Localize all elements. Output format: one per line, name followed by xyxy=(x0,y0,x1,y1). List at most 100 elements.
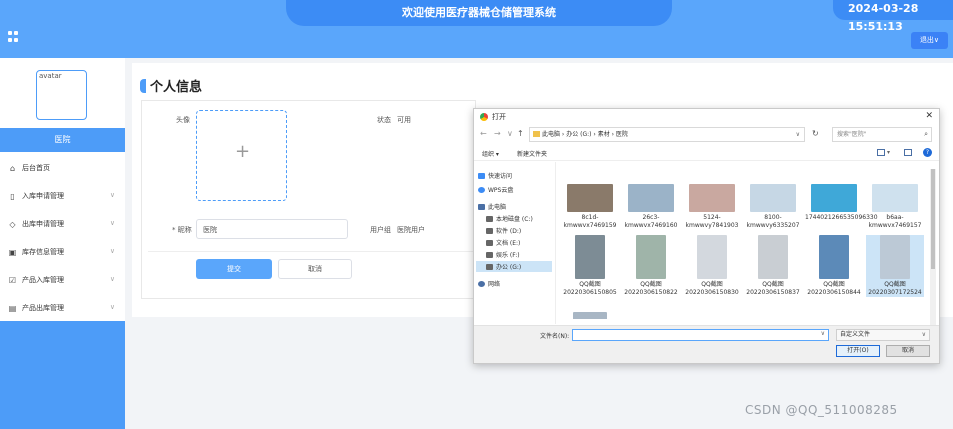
chevron-down-icon[interactable]: ∨ xyxy=(796,128,800,141)
chevron-down-icon[interactable]: ∨ xyxy=(507,129,513,138)
file-item[interactable]: b6aa-kmwwvx7469157 xyxy=(866,184,924,230)
nav-item-drive-f[interactable]: 娱乐 (F:) xyxy=(486,249,520,260)
nav-item-label: 网络 xyxy=(488,281,501,288)
new-folder-button[interactable]: 新建文件夹 xyxy=(517,149,547,158)
nav-item-drive-d[interactable]: 软件 (D:) xyxy=(486,225,521,236)
chevron-down-icon: ∨ xyxy=(921,331,926,338)
scrollbar-thumb[interactable] xyxy=(931,169,935,269)
title-accent xyxy=(140,78,146,93)
nav-item-label: 办公 (G:) xyxy=(496,264,522,271)
organize-button[interactable]: 组织 ▾ xyxy=(482,149,499,158)
sidebar-footer xyxy=(0,321,125,429)
plus-icon: + xyxy=(235,141,251,162)
page-title: 个人信息 xyxy=(140,76,202,95)
cloud-icon xyxy=(478,186,485,193)
refresh-icon[interactable]: ↻ xyxy=(812,129,819,138)
nickname-label: * 昵称 xyxy=(172,226,192,234)
search-input[interactable]: 搜索"医院" ⌕ xyxy=(832,127,932,142)
file-item[interactable]: 26c3-kmwwvx7469160 xyxy=(622,184,680,230)
chevron-down-icon[interactable]: ∨ xyxy=(821,330,825,337)
close-icon[interactable]: ✕ xyxy=(925,111,933,121)
up-arrow-icon[interactable]: ↑ xyxy=(517,129,524,138)
nav-item-label: 软件 (D:) xyxy=(496,228,522,235)
nav-item-label: WPS云盘 xyxy=(488,187,514,194)
file-item[interactable]: QQ截图20220306150844 xyxy=(805,235,863,297)
cancel-button[interactable]: 取消 xyxy=(278,259,352,279)
file-name: 26c3-kmwwvx7469160 xyxy=(624,214,678,229)
sidebar-item-outbound-apply[interactable]: ◇ 出库申请管理 ∨ xyxy=(0,210,125,238)
sidebar-item-product-outbound[interactable]: ▤ 产品出库管理 ∨ xyxy=(0,294,125,322)
chevron-down-icon: ∨ xyxy=(109,191,115,199)
bookmark-icon: ▯ xyxy=(10,191,15,201)
sidebar-item-inventory[interactable]: ▣ 库存信息管理 ∨ xyxy=(0,238,125,266)
drive-icon xyxy=(486,263,493,270)
dialog-cancel-button[interactable]: 取消 xyxy=(886,345,930,357)
file-item[interactable]: QQ截图20220306150830 xyxy=(683,235,741,297)
file-item-partial[interactable] xyxy=(561,312,619,319)
nav-item-drive-g[interactable]: 办公 (G:) xyxy=(476,261,552,272)
back-arrow-icon[interactable]: ← xyxy=(480,129,487,138)
filetype-select[interactable]: 自定义文件 ∨ xyxy=(836,329,930,341)
exit-button[interactable]: 退出∨ xyxy=(911,32,948,49)
nav-item-this-pc[interactable]: 此电脑 xyxy=(478,201,506,212)
address-bar[interactable]: 此电脑 › 办公 (G:) › 素材 › 医院 ∨ xyxy=(529,127,805,142)
avatar-upload[interactable]: + xyxy=(196,110,287,201)
sidebar-item-inbound-apply[interactable]: ▯ 入库申请管理 ∨ xyxy=(0,182,125,210)
help-icon[interactable]: ? xyxy=(923,148,932,157)
nav-item-label: 本地磁盘 (C:) xyxy=(496,216,533,223)
vertical-scrollbar[interactable] xyxy=(930,169,936,329)
file-list: 8c1d-kmwwvx7469159 26c3-kmwwvx7469160 51… xyxy=(561,169,929,319)
image-thumbnail xyxy=(567,184,613,212)
file-item[interactable]: 8100-kmwwvy6335207 xyxy=(744,184,802,230)
image-thumbnail xyxy=(575,235,605,279)
sidebar-item-home[interactable]: ⌂ 后台首页 xyxy=(0,154,125,182)
folder-icon xyxy=(533,131,540,137)
nav-item-network[interactable]: 网络 xyxy=(478,278,500,289)
chevron-down-icon[interactable]: ▾ xyxy=(887,149,890,156)
nickname-input[interactable]: 医院 xyxy=(196,219,348,239)
status-label: 状态 xyxy=(377,116,391,124)
open-button[interactable]: 打开(O) xyxy=(836,345,880,357)
image-thumbnail xyxy=(750,184,796,212)
dialog-title: 打开 xyxy=(492,113,506,121)
filename-label: 文件名(N): xyxy=(540,333,570,340)
chevron-down-icon: ∨ xyxy=(109,247,115,255)
message-icon: ▤ xyxy=(8,303,17,313)
file-name: QQ截图20220306150822 xyxy=(624,281,678,296)
nav-item-wps-cloud[interactable]: WPS云盘 xyxy=(478,184,513,195)
submit-button[interactable]: 提交 xyxy=(196,259,272,279)
filename-input[interactable]: ∨ xyxy=(572,329,829,341)
file-item[interactable]: QQ截图20220306150837 xyxy=(744,235,802,297)
image-thumbnail xyxy=(758,235,788,279)
view-options-icon[interactable] xyxy=(877,149,885,156)
file-item[interactable]: 1744021266535096330 xyxy=(805,184,878,222)
chrome-icon xyxy=(480,113,488,121)
avatar-label: 头像 xyxy=(176,116,190,124)
forward-arrow-icon[interactable]: → xyxy=(494,129,501,138)
file-name: QQ截图20220306150805 xyxy=(563,281,617,296)
image-thumbnail xyxy=(689,184,735,212)
nav-item-drive-c[interactable]: 本地磁盘 (C:) xyxy=(486,213,533,224)
address-row: ← → ∨ ↑ 此电脑 › 办公 (G:) › 素材 › 医院 ∨ ↻ 搜索"医… xyxy=(474,126,939,144)
file-item-selected[interactable]: QQ截图20220307172524 xyxy=(866,235,924,297)
nav-item-label: 娱乐 (F:) xyxy=(496,252,520,259)
dialog-titlebar: 打开 ✕ xyxy=(474,109,939,125)
preview-pane-icon[interactable] xyxy=(904,149,912,156)
image-thumbnail xyxy=(872,184,918,212)
nav-item-label: 快速访问 xyxy=(488,173,513,180)
file-item[interactable]: 8c1d-kmwwvx7469159 xyxy=(561,184,619,230)
file-name: b6aa-kmwwvx7469157 xyxy=(868,214,922,229)
file-item[interactable]: 5124-kmwwvy7841903 xyxy=(683,184,741,230)
chevron-down-icon: ∨ xyxy=(109,275,115,283)
sidebar-item-product-inbound[interactable]: ☑ 产品入库管理 ∨ xyxy=(0,266,125,294)
file-item[interactable]: QQ截图20220306150822 xyxy=(622,235,680,297)
nav-item-drive-e[interactable]: 文档 (E:) xyxy=(486,237,520,248)
drive-icon xyxy=(486,227,493,234)
file-name: QQ截图20220307172524 xyxy=(868,281,922,296)
image-thumbnail xyxy=(636,235,666,279)
menu-grid-icon[interactable] xyxy=(8,31,19,42)
navigation-pane: 快速访问 WPS云盘 此电脑 本地磁盘 (C:) 软件 (D:) 文档 (E:)… xyxy=(474,162,556,324)
nav-item-quick-access[interactable]: 快速访问 xyxy=(478,170,512,181)
search-placeholder: 搜索"医院" xyxy=(837,131,867,138)
file-item[interactable]: QQ截图20220306150805 xyxy=(561,235,619,297)
